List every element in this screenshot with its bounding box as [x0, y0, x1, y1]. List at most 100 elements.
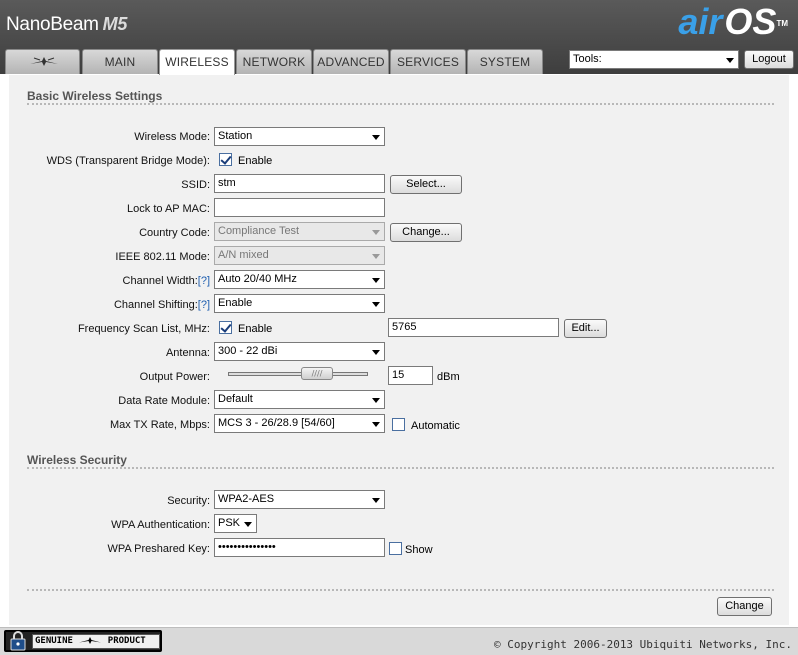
channel-shifting-text: Channel Shifting:: [113, 299, 198, 311]
tab-system[interactable]: SYSTEM: [467, 49, 543, 74]
ssid-select-button[interactable]: Select...: [390, 175, 462, 194]
antenna-label: Antenna:: [165, 347, 210, 359]
genuine-product-badge: GENUINE PRODUCT: [4, 630, 162, 652]
wpa-key-show-text: Show: [405, 544, 433, 556]
tab-ubiquiti[interactable]: [5, 49, 80, 74]
wireless-mode-value: Station: [218, 130, 253, 142]
ssid-label: SSID:: [181, 179, 210, 191]
max-tx-value: MCS 3 - 26/28.9 [54/60]: [218, 417, 335, 429]
ssid-input[interactable]: stm: [214, 174, 385, 193]
badge-genuine-text: GENUINE: [35, 636, 73, 646]
freq-scan-input[interactable]: 5765: [388, 318, 559, 337]
wpa-key-label: WPA Preshared Key:: [107, 543, 210, 555]
lock-ap-label: Lock to AP MAC:: [127, 203, 210, 215]
max-tx-automatic-text: Automatic: [411, 420, 460, 432]
wds-checkbox[interactable]: [219, 153, 232, 166]
chevron-down-icon: [372, 302, 380, 307]
channel-shifting-select[interactable]: Enable: [214, 294, 385, 313]
lock-ap-input[interactable]: [214, 198, 385, 217]
tab-services[interactable]: SERVICES: [390, 49, 466, 74]
antenna-value: 300 - 22 dBi: [218, 345, 278, 357]
channel-width-value: Auto 20/40 MHz: [218, 273, 297, 285]
output-power-input[interactable]: 15: [388, 366, 433, 385]
divider: [27, 467, 774, 469]
ubiquiti-logo-icon: [79, 637, 102, 644]
chevron-down-icon: [372, 422, 380, 427]
antenna-select[interactable]: 300 - 22 dBi: [214, 342, 385, 361]
country-code-select: Compliance Test: [214, 222, 385, 241]
wds-label: WDS (Transparent Bridge Mode):: [46, 155, 210, 167]
freq-scan-label: Frequency Scan List, MHz:: [77, 323, 210, 335]
max-tx-automatic-checkbox[interactable]: [392, 418, 405, 431]
ieee-mode-label: IEEE 802.11 Mode:: [115, 251, 210, 263]
footer: GENUINE PRODUCT © Copyright 2006-2013 Ub…: [0, 627, 798, 655]
channel-shifting-value: Enable: [218, 297, 253, 309]
max-tx-label: Max TX Rate, Mbps:: [109, 419, 210, 431]
channel-shifting-label: Channel Shifting:[?]: [114, 299, 210, 311]
product-name: NanoBeam M5: [6, 14, 127, 36]
divider: [27, 103, 774, 105]
wpa-auth-value: PSK: [218, 517, 241, 529]
chevron-down-icon: [372, 135, 380, 140]
chevron-down-icon: [372, 278, 380, 283]
security-section-title: Wireless Security: [27, 453, 127, 467]
chevron-down-icon: [372, 398, 380, 403]
ubiquiti-logo-icon: [30, 57, 58, 66]
tab-wireless[interactable]: WIRELESS: [159, 49, 235, 75]
channel-width-label: Channel Width:[?]: [123, 275, 210, 287]
data-rate-select[interactable]: Default: [214, 390, 385, 409]
country-code-label: Country Code:: [139, 227, 210, 239]
tools-dropdown[interactable]: Tools:: [569, 50, 739, 69]
data-rate-value: Default: [218, 393, 253, 405]
model-label: M5: [102, 14, 128, 34]
wpa-auth-select[interactable]: PSK: [214, 514, 257, 533]
header-bar: NanoBeam M5 airOSTM MAIN WIRELESS NETWORK…: [0, 0, 798, 75]
logout-button[interactable]: Logout: [744, 50, 794, 69]
output-power-slider-handle[interactable]: ////: [301, 367, 333, 380]
chevron-down-icon: [372, 230, 380, 235]
channel-width-text: Channel Width:: [122, 275, 198, 287]
channel-width-help-link[interactable]: [?]: [198, 275, 210, 287]
chevron-down-icon: [372, 350, 380, 355]
country-change-button[interactable]: Change...: [390, 223, 462, 242]
chevron-down-icon: [372, 254, 380, 259]
wpa-key-show-checkbox[interactable]: [389, 542, 402, 555]
output-power-label: Output Power:: [139, 371, 210, 383]
product-label: NanoBeam: [6, 14, 99, 35]
output-power-unit: dBm: [437, 371, 460, 383]
badge-product-text: PRODUCT: [107, 636, 146, 646]
output-power-slider-track[interactable]: [228, 372, 368, 376]
country-code-value: Compliance Test: [218, 225, 300, 237]
channel-shifting-help-link[interactable]: [?]: [198, 299, 210, 311]
wds-enable-text: Enable: [238, 155, 273, 167]
wireless-mode-label: Wireless Mode:: [134, 131, 210, 143]
change-button[interactable]: Change: [717, 597, 772, 616]
logo-os: OS: [724, 1, 777, 42]
logo-air: air: [678, 1, 723, 42]
tab-advanced[interactable]: ADVANCED: [313, 49, 389, 74]
security-label: Security:: [167, 495, 210, 507]
wireless-mode-select[interactable]: Station: [214, 127, 385, 146]
freq-scan-checkbox[interactable]: [219, 321, 232, 334]
logo-tm: TM: [776, 19, 788, 28]
lock-icon: [10, 631, 26, 651]
wpa-key-input[interactable]: •••••••••••••••: [214, 538, 385, 557]
security-value: WPA2-AES: [218, 493, 275, 505]
data-rate-label: Data Rate Module:: [118, 395, 210, 407]
basic-section-title: Basic Wireless Settings: [27, 89, 163, 103]
ieee-mode-select: A/N mixed: [214, 246, 385, 265]
tab-network[interactable]: NETWORK: [236, 49, 312, 74]
divider: [27, 589, 774, 591]
chevron-down-icon: [372, 498, 380, 503]
chevron-down-icon: [244, 522, 252, 527]
tools-value: Tools:: [573, 53, 602, 65]
tab-main[interactable]: MAIN: [82, 49, 158, 74]
badge-text: GENUINE PRODUCT: [32, 634, 160, 649]
freq-scan-enable-text: Enable: [238, 323, 273, 335]
chevron-down-icon: [726, 58, 734, 63]
freq-scan-edit-button[interactable]: Edit...: [564, 319, 607, 338]
max-tx-select[interactable]: MCS 3 - 26/28.9 [54/60]: [214, 414, 385, 433]
ieee-mode-value: A/N mixed: [218, 249, 269, 261]
channel-width-select[interactable]: Auto 20/40 MHz: [214, 270, 385, 289]
security-select[interactable]: WPA2-AES: [214, 490, 385, 509]
